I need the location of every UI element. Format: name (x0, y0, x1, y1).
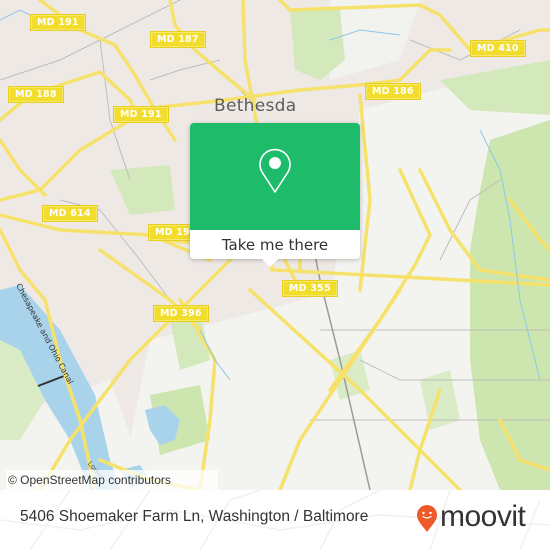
road-shield-md-355: MD 355 (283, 281, 337, 296)
moovit-logo[interactable]: moovit (416, 500, 526, 533)
road-shield-md-396: MD 396 (154, 306, 208, 321)
map-view[interactable]: Bethesda MD 191 MD 187 MD 410 MD 188 MD … (0, 0, 550, 490)
road-shield-md-188: MD 188 (9, 87, 63, 102)
road-shield-md-191: MD 191 (31, 15, 85, 30)
take-me-there-button[interactable]: Take me there (190, 230, 360, 259)
road-shield-md-191: MD 191 (114, 107, 168, 122)
place-label-bethesda: Bethesda (214, 96, 297, 116)
road-shield-md-410: MD 410 (471, 41, 525, 56)
road-shield-md-186: MD 186 (366, 84, 420, 99)
moovit-pin-icon (417, 505, 437, 532)
road-shield-md-614: MD 614 (43, 206, 97, 221)
moovit-wordmark: moovit (440, 500, 526, 533)
popup-pointer (262, 259, 278, 267)
road-shield-md-187: MD 187 (151, 32, 205, 47)
destination-popup: Take me there (190, 123, 360, 267)
map-pin-icon (259, 148, 291, 193)
address-text: 5406 Shoemaker Farm Ln, Washington / Bal… (20, 508, 369, 525)
map-attribution[interactable]: © OpenStreetMap contributors (6, 470, 218, 490)
footer: 5406 Shoemaker Farm Ln, Washington / Bal… (0, 490, 550, 550)
page: Bethesda MD 191 MD 187 MD 410 MD 188 MD … (0, 0, 550, 550)
popup-header (190, 123, 360, 230)
